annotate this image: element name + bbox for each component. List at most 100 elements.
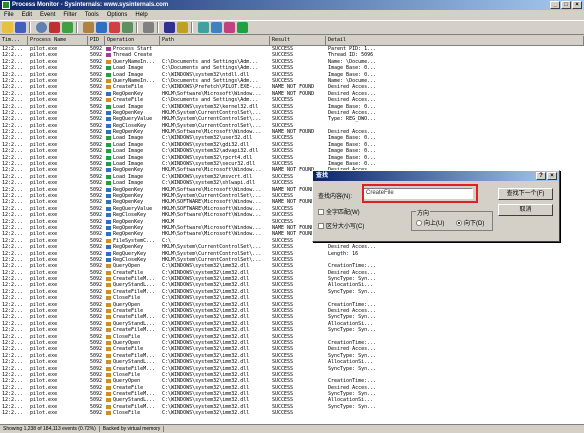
column-result[interactable]: Result [270, 36, 326, 45]
registry-icon[interactable] [177, 22, 188, 33]
highlight-icon[interactable] [109, 22, 120, 33]
menu-file[interactable]: File [0, 12, 18, 18]
filter-icon[interactable] [96, 22, 107, 33]
menu-event[interactable]: Event [36, 12, 59, 18]
cell-result-text: SUCCESS [272, 148, 294, 155]
minimize-button[interactable]: _ [550, 1, 560, 9]
cell-path-text: HKLM\SOFTWARE\Microsoft\Window... [162, 199, 262, 206]
operation-icon [106, 200, 111, 205]
cell-pid-text: 5092 [90, 167, 103, 174]
cell-process-name-text: pilot.exe [30, 148, 58, 155]
column-path[interactable]: Path [160, 36, 270, 45]
menu-filter[interactable]: Filter [59, 12, 80, 18]
network-icon[interactable] [211, 22, 222, 33]
column-pid[interactable]: PID [88, 36, 105, 45]
cell-path-text: C:\WINDOWS\system32\imm32.dll [162, 301, 250, 308]
cell-operation-text: QueryStandL... [113, 320, 156, 327]
cell-operation-text: CloseFile [113, 410, 141, 417]
cell-time-text: 12:2... [2, 154, 24, 161]
save-icon[interactable] [15, 22, 26, 33]
cell-operation-text: QueryOpen [113, 378, 141, 385]
jump-icon[interactable] [143, 22, 154, 33]
capture-icon[interactable] [49, 22, 60, 33]
cell-pid-text: 5092 [90, 90, 103, 97]
match-whole-word-checkbox[interactable]: 全字匹配(W) [318, 207, 360, 216]
autoscroll-icon[interactable] [62, 22, 73, 33]
cell-process-name-text: pilot.exe [30, 339, 58, 346]
cell-operation-text: CreateFile [113, 84, 144, 91]
open-icon[interactable] [2, 22, 13, 33]
cell-result-text: SUCCESS [272, 384, 294, 391]
cell-path-text: C:\WINDOWS\Prefetch\PILOT.EXE-... [162, 84, 262, 91]
operation-icon [106, 360, 111, 365]
cell-operation-text: CloseFile [113, 333, 141, 340]
direction-down-radio[interactable]: 向下(D) [456, 218, 484, 227]
cell-detail-text: Image Base: 0... [328, 161, 377, 168]
cell-path: C:\WINDOWS\system32\imm32.dll [160, 410, 270, 416]
menu-tools[interactable]: Tools [81, 12, 103, 18]
cell-pid-text: 5092 [90, 71, 103, 78]
cell-path-text: C:\Documents and Settings\Adm... [162, 77, 259, 84]
cell-process-name-text: pilot.exe [30, 295, 58, 302]
cell-result-text: SUCCESS [272, 212, 294, 219]
find-next-button[interactable]: 查找下一个(F) [498, 188, 553, 200]
menu-edit[interactable]: Edit [18, 12, 36, 18]
operation-icon [106, 264, 111, 269]
cell-detail-text: Name: \Docume... [328, 58, 377, 65]
cell-path-text: C:\WINDOWS\system32\imm32.dll [162, 282, 250, 289]
find-icon[interactable] [164, 22, 175, 33]
operation-icon [106, 232, 111, 237]
magnifier-icon[interactable] [36, 22, 47, 33]
dialog-help-button[interactable]: ? [536, 172, 546, 180]
cell-operation-text: QueryOpen [113, 301, 141, 308]
clear-icon[interactable] [83, 22, 94, 33]
toolbar-separator [191, 22, 193, 33]
cell-pid-text: 5092 [90, 346, 103, 353]
menu-options[interactable]: Options [103, 12, 132, 18]
cell-result-text: NAME NOT FOUND [272, 84, 315, 91]
operation-icon [106, 238, 111, 243]
column-header-row: Tim... Process Name PID Operation Path R… [0, 36, 584, 46]
cell-detail-text: Desired Acces... [328, 97, 377, 104]
cell-time-text: 12:2... [2, 346, 24, 353]
column-time[interactable]: Tim... [0, 36, 28, 45]
cell-path-text: C:\WINDOWS\system32\imm32.dll [162, 269, 250, 276]
cell-result-text: SUCCESS [272, 58, 294, 65]
close-button[interactable]: × [572, 1, 582, 9]
cell-process-name-text: pilot.exe [30, 186, 58, 193]
cancel-button[interactable]: 取消 [498, 204, 553, 216]
operation-icon [106, 136, 111, 141]
cell-time-text: 12:2... [2, 269, 24, 276]
operation-icon [106, 289, 111, 294]
cell-process-name-text: pilot.exe [30, 135, 58, 142]
cell-path-text: HKLM\System\CurrentControlSet\... [162, 122, 262, 129]
column-operation[interactable]: Operation [105, 36, 160, 45]
include-process-icon[interactable] [122, 22, 133, 33]
cell-detail-text: Image Base: 0... [328, 135, 377, 142]
cell-detail-text: Name: \Docume... [328, 77, 377, 84]
cell-pid-text: 5092 [90, 129, 103, 136]
column-process-name[interactable]: Process Name [28, 36, 88, 45]
cell-pid-text: 5092 [90, 333, 103, 340]
cell-result-text: NAME NOT FOUND [272, 199, 315, 206]
cell-path-text: HKLM\System\CurrentControlSet\... [162, 116, 262, 123]
match-case-checkbox[interactable]: 区分大小写(C) [318, 221, 364, 230]
cell-path-text: HKLM\Software\Microsoft\Window... [162, 129, 262, 136]
menu-help[interactable]: Help [131, 12, 151, 18]
cell-operation-text: Load Image [113, 180, 144, 187]
operation-icon [106, 123, 111, 128]
maximize-button[interactable]: □ [561, 1, 571, 9]
cell-pid-text: 5092 [90, 250, 103, 257]
table-row[interactable]: 12:2... pilot.exe 5092 CloseFile C:\WINDOWS\… [0, 410, 584, 416]
column-detail[interactable]: Detail [326, 36, 584, 45]
dialog-close-button[interactable]: × [547, 172, 557, 180]
profiling-icon[interactable] [237, 22, 248, 33]
direction-up-radio[interactable]: 向上(U) [416, 218, 444, 227]
process-icon[interactable] [224, 22, 235, 33]
filesystem-icon[interactable] [198, 22, 209, 33]
cell-pid-text: 5092 [90, 161, 103, 168]
cell-process-name-text: pilot.exe [30, 378, 58, 385]
cell-pid-text: 5092 [90, 256, 103, 263]
operation-icon [106, 283, 111, 288]
operation-icon [106, 187, 111, 192]
